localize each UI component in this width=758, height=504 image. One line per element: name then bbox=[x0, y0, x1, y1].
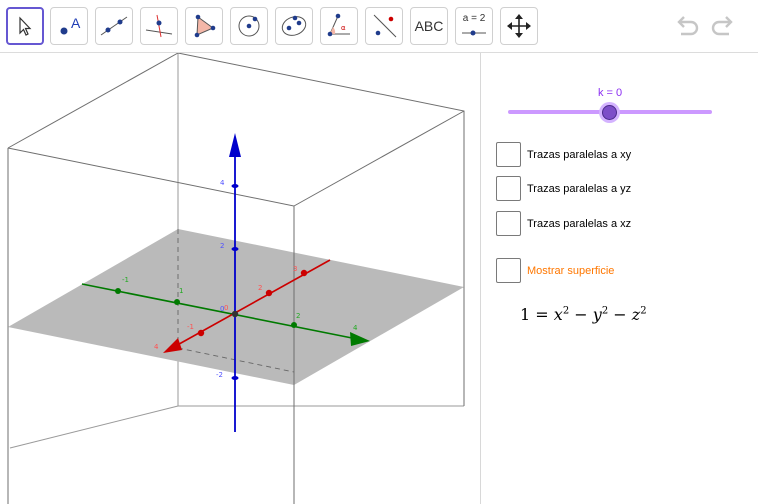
x-tick-label: -1 bbox=[187, 323, 194, 331]
y-tick-label: 2 bbox=[296, 312, 300, 320]
equation-var-x: x bbox=[553, 305, 563, 324]
z-tick-label: 2 bbox=[220, 242, 224, 250]
circle-tool-button[interactable] bbox=[230, 7, 268, 45]
angle-tool-button[interactable]: α bbox=[320, 7, 358, 45]
polygon-icon bbox=[194, 14, 216, 38]
equation-exponent: 2 bbox=[640, 305, 647, 317]
checkbox-mostrar-superficie[interactable] bbox=[496, 258, 521, 283]
checkbox-label: Trazas paralelas a xz bbox=[527, 217, 632, 230]
checkbox-trazas-xz[interactable] bbox=[496, 211, 521, 236]
y-tick-label: 1 bbox=[179, 287, 183, 295]
polygon-tool-button[interactable] bbox=[185, 7, 223, 45]
checkbox-label: Mostrar superficie bbox=[527, 264, 615, 277]
text-tool-button[interactable]: ABC bbox=[410, 7, 448, 45]
line-icon bbox=[100, 16, 128, 36]
slider-k-knob[interactable] bbox=[602, 105, 617, 120]
checkbox-row-xy[interactable]: Trazas paralelas a xy bbox=[496, 142, 631, 167]
slider-tool-label: a = 2 bbox=[462, 13, 486, 24]
y-tick-label: -1 bbox=[122, 276, 129, 284]
z-axis-arrowhead bbox=[229, 133, 241, 157]
cursor-arrow-icon bbox=[19, 16, 32, 36]
undo-icon[interactable] bbox=[672, 12, 702, 38]
xy-plane bbox=[8, 229, 464, 385]
graphics-3d-view[interactable]: -1 0 2 3 4 -1 1 2 4 4 2 0 -2 bbox=[0, 53, 478, 504]
origin-label: 0 bbox=[220, 305, 224, 313]
equation-exponent: 2 bbox=[562, 305, 570, 317]
slider-k-label: k = 0 bbox=[598, 87, 623, 99]
checkbox-trazas-yz[interactable] bbox=[496, 176, 521, 201]
slider-tool-button[interactable]: a = 2 bbox=[455, 7, 493, 45]
algebra-view: k = 0 Trazas paralelas a xy Trazas paral… bbox=[482, 53, 758, 504]
move-graphics-tool-button[interactable] bbox=[500, 7, 538, 45]
svg-text:α: α bbox=[341, 24, 346, 32]
redo-icon[interactable] bbox=[708, 12, 738, 38]
move-tool-button[interactable] bbox=[6, 7, 44, 45]
x-tick-label: 2 bbox=[258, 284, 262, 292]
y-tick-label: 4 bbox=[353, 324, 358, 332]
checkbox-row-yz[interactable]: Trazas paralelas a yz bbox=[496, 176, 631, 201]
equation-equals: = bbox=[535, 305, 549, 324]
equation-var-y: y bbox=[592, 305, 602, 324]
text-tool-label: ABC bbox=[414, 18, 444, 34]
graphics-3d-canvas[interactable]: -1 0 2 3 4 -1 1 2 4 4 2 0 -2 bbox=[0, 53, 478, 504]
line-tool-button[interactable] bbox=[95, 7, 133, 45]
panel-divider[interactable] bbox=[480, 53, 481, 504]
x-tick-label: 0 bbox=[224, 304, 228, 312]
perpendicular-line-tool-button[interactable] bbox=[140, 7, 178, 45]
checkbox-row-superficie[interactable]: Mostrar superficie bbox=[496, 258, 614, 283]
surface-equation: 1 = x2 − y2 − z2 bbox=[520, 305, 647, 324]
x-tick-label: 3 bbox=[293, 265, 297, 273]
checkbox-row-xz[interactable]: Trazas paralelas a xz bbox=[496, 211, 631, 236]
checkbox-label: Trazas paralelas a xy bbox=[527, 148, 632, 161]
checkbox-trazas-xy[interactable] bbox=[496, 142, 521, 167]
perpendicular-line-icon bbox=[145, 14, 173, 38]
equation-var-z: z bbox=[631, 305, 641, 324]
equation-exponent: 2 bbox=[601, 305, 609, 317]
point-tool-label: A bbox=[71, 15, 81, 31]
x-tick-label: 4 bbox=[154, 343, 159, 351]
z-tick-label: -2 bbox=[216, 371, 223, 379]
circle-icon bbox=[238, 15, 260, 37]
point-tool-button[interactable]: A bbox=[50, 7, 88, 45]
z-tick-label: 4 bbox=[220, 179, 225, 187]
move-arrows-icon bbox=[507, 14, 531, 38]
angle-icon: α bbox=[327, 13, 350, 37]
conic-tool-button[interactable] bbox=[275, 7, 313, 45]
checkbox-label: Trazas paralelas a yz bbox=[527, 182, 632, 195]
reflect-tool-button[interactable] bbox=[365, 7, 403, 45]
equation-lhs: 1 bbox=[520, 305, 531, 324]
ellipse-icon bbox=[281, 15, 307, 36]
reflect-line-icon bbox=[373, 14, 397, 38]
toolbar: A α ABC a = 2 bbox=[0, 0, 758, 53]
